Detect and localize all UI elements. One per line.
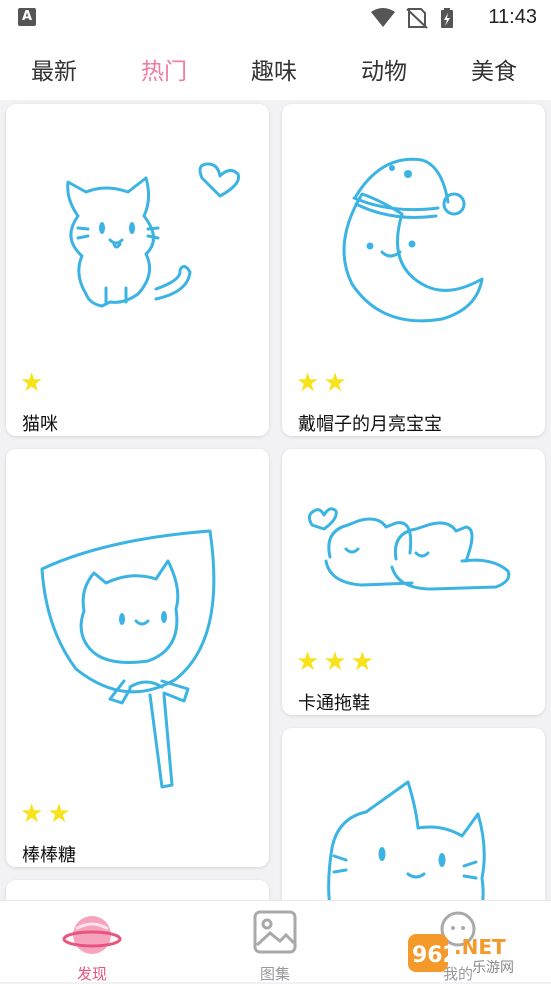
star-icon: ★ (296, 647, 320, 677)
star-icon: ★ (20, 368, 44, 398)
card-title: 猫咪 (22, 414, 58, 435)
drawing-grid: ★ 猫咪 ★ ★ 戴帽子的月亮宝宝 ★ ★ 棒棒糖 ★ ★ ★ 卡通拖鞋 (0, 100, 551, 900)
star-icon: ★ (296, 368, 320, 398)
wifi-icon (371, 8, 395, 27)
svg-text:.NET: .NET (454, 935, 506, 959)
card-title: 戴帽子的月亮宝宝 (298, 414, 442, 435)
difficulty-stars: ★ ★ (20, 801, 75, 827)
star-icon: ★ (47, 799, 71, 829)
tab-latest[interactable]: 最新 (31, 52, 77, 86)
status-bar: A 11:43 (0, 0, 551, 36)
cat-with-heart-drawing (66, 162, 241, 308)
moon-with-nightcap-drawing (342, 157, 484, 323)
drawing-card[interactable]: ★ ★ 戴帽子的月亮宝宝 (282, 104, 545, 436)
drawing-card[interactable]: ★ 猫咪 (6, 104, 269, 436)
card-title: 卡通拖鞋 (298, 693, 370, 714)
drawing-card[interactable]: ★ ★ 棒棒糖 (6, 449, 269, 867)
battery-charging-icon (441, 8, 453, 28)
drawing-card[interactable] (6, 880, 269, 900)
cartoon-slippers-drawing (307, 507, 511, 591)
svg-text:乐游网: 乐游网 (472, 960, 514, 976)
star-icon: ★ (323, 368, 347, 398)
drawing-card[interactable]: ★ ★ ★ 卡通拖鞋 (282, 449, 545, 715)
tab-fun[interactable]: 趣味 (251, 52, 297, 86)
star-icon: ★ (323, 647, 347, 677)
planet-icon (62, 916, 122, 954)
difficulty-stars: ★ ★ (296, 370, 351, 396)
drawing-card[interactable] (282, 728, 545, 900)
system-icons (371, 8, 453, 29)
watermark-logo: 962 .NET 乐游网 (408, 934, 514, 976)
category-tabs: 最新 热门 趣味 动物 美食 (0, 36, 551, 100)
app-a-icon: A (18, 8, 36, 26)
tab-popular[interactable]: 热门 (141, 52, 187, 86)
svg-text:962: 962 (412, 943, 458, 968)
no-sim-icon (406, 8, 428, 29)
difficulty-stars: ★ ★ ★ (296, 649, 378, 675)
gallery-icon (253, 910, 297, 954)
nav-gallery[interactable]: 图集 (215, 901, 335, 983)
clock: 11:43 (488, 6, 537, 28)
tab-food[interactable]: 美食 (471, 52, 517, 86)
cat-lollipop-drawing (40, 529, 216, 789)
star-icon: ★ (20, 799, 44, 829)
difficulty-stars: ★ (20, 370, 47, 396)
card-title: 棒棒糖 (22, 845, 76, 866)
cat-face-drawing (327, 780, 486, 900)
star-icon: ★ (350, 647, 374, 677)
nav-discover[interactable]: 发现 (32, 901, 152, 983)
tab-animals[interactable]: 动物 (361, 52, 407, 86)
